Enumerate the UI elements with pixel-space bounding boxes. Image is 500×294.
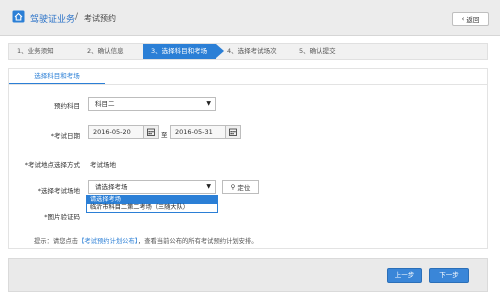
venue-option[interactable]: 请选择考场 xyxy=(87,196,217,204)
step-3-active: 3、选择科目和考场 xyxy=(143,44,224,59)
divider xyxy=(9,84,487,85)
venue-value: 请选择考场 xyxy=(95,183,128,191)
map-pin-icon: ⚲ xyxy=(230,183,236,191)
hint-suffix: ，查看当前公布的所有考试预约计划安排。 xyxy=(137,238,258,245)
exam-date-label: *考试日期 xyxy=(50,132,80,140)
prev-step-button[interactable]: 上一步 xyxy=(387,268,422,283)
end-date-input[interactable]: 2016-05-31 xyxy=(170,125,226,139)
plan-announcement-link[interactable]: 【考试预约计划公布】 xyxy=(78,238,138,245)
calendar-icon[interactable] xyxy=(225,125,241,139)
start-date-input[interactable]: 2016-05-20 xyxy=(88,125,144,139)
home-icon xyxy=(12,10,25,23)
captcha-label: *图片验证码 xyxy=(44,213,80,221)
subject-value: 科目二 xyxy=(95,100,115,108)
venue-dropdown[interactable]: 请选择考场 临沂市科目二第二考场（三随大队） xyxy=(86,195,218,213)
calendar-icon[interactable] xyxy=(143,125,159,139)
back-button[interactable]: ‹ 返回 xyxy=(452,12,489,26)
breadcrumb-current: 考试预约 xyxy=(84,14,116,23)
footer-bar: 上一步 下一步 xyxy=(8,258,488,292)
subject-select[interactable]: 科目二 ▼ xyxy=(88,97,216,111)
location-method-label: *考试地点选择方式 xyxy=(24,161,80,169)
hint-prefix: 提示：请您点击 xyxy=(34,238,79,245)
location-method-value: 考试场地 xyxy=(90,161,116,169)
page-title: 驾驶证业务 xyxy=(30,15,76,25)
chevron-down-icon: ▼ xyxy=(206,100,211,107)
step-5: 5、确认提交 xyxy=(299,47,336,55)
venue-select[interactable]: 请选择考场 ▼ xyxy=(88,180,216,194)
date-to-label: 至 xyxy=(161,131,168,139)
tab-select-subject-venue[interactable]: 选择科目和考场 xyxy=(9,69,105,85)
chevron-down-icon: ▼ xyxy=(206,183,211,190)
next-step-button[interactable]: 下一步 xyxy=(429,268,469,283)
form-panel: 选择科目和考场 xyxy=(8,68,488,249)
back-button-label: 返回 xyxy=(466,16,480,24)
breadcrumb-separator: / xyxy=(75,12,79,22)
step-4: 4、选择考试场次 xyxy=(227,47,277,55)
step-progress: 1、业务须知 2、确认信息 3、选择科目和考场 4、选择考试场次 5、确认提交 xyxy=(8,43,488,60)
hint-text: 提示：请您点击【考试预约计划公布】，查看当前公布的所有考试预约计划安排。 xyxy=(34,236,258,245)
venue-option[interactable]: 临沂市科目二第二考场（三随大队） xyxy=(87,204,217,212)
locate-button-label: 定位 xyxy=(237,184,251,192)
page-header: 驾驶证业务 / 考试预约 ‹ 返回 xyxy=(0,0,500,36)
subject-label: 预约科目 xyxy=(54,102,80,110)
step-1: 1、业务须知 xyxy=(17,47,54,55)
chevron-left-icon: ‹ xyxy=(461,15,465,23)
venue-label: *选择考试场地 xyxy=(37,187,80,195)
locate-button[interactable]: ⚲ 定位 xyxy=(222,180,259,194)
step-2: 2、确认信息 xyxy=(87,47,124,55)
